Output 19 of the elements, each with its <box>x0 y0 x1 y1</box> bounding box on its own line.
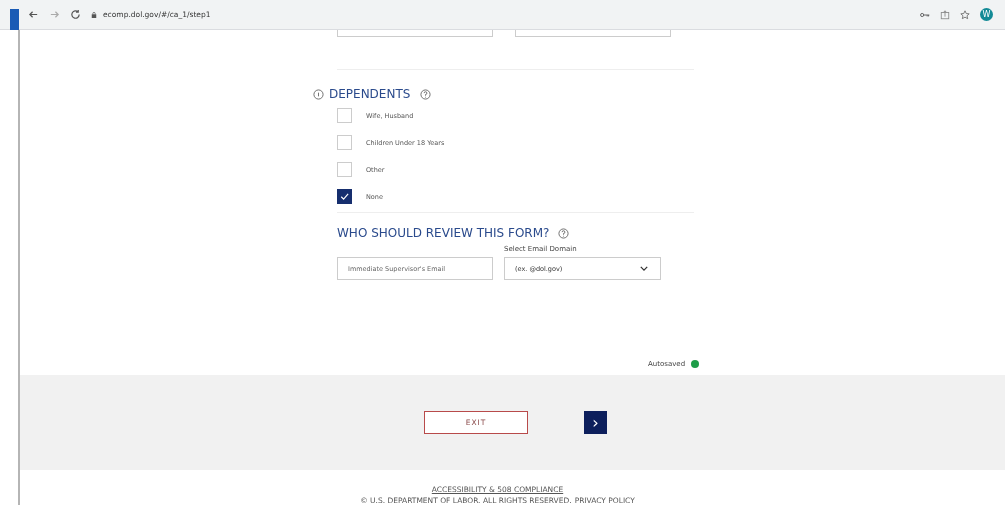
section-heading: WHO SHOULD REVIEW THIS FORM? <box>337 226 550 240</box>
share-icon[interactable] <box>940 9 950 20</box>
info-icon <box>313 88 324 100</box>
back-icon[interactable] <box>28 9 39 20</box>
star-icon[interactable] <box>960 9 970 20</box>
lock-icon <box>91 10 97 19</box>
checkbox[interactable] <box>337 189 352 204</box>
section-heading: DEPENDENTS <box>329 87 411 101</box>
help-icon[interactable] <box>558 227 570 239</box>
profile-avatar[interactable]: W <box>980 8 993 21</box>
input-field[interactable] <box>515 29 671 37</box>
next-button[interactable]: › <box>584 411 607 434</box>
status-dot <box>691 360 700 368</box>
chevron-down-icon <box>640 266 648 271</box>
tab-strip <box>10 9 19 30</box>
input-field[interactable] <box>337 29 493 37</box>
forward-icon[interactable] <box>49 9 60 20</box>
help-icon[interactable] <box>420 88 432 100</box>
reload-icon[interactable] <box>70 9 81 20</box>
